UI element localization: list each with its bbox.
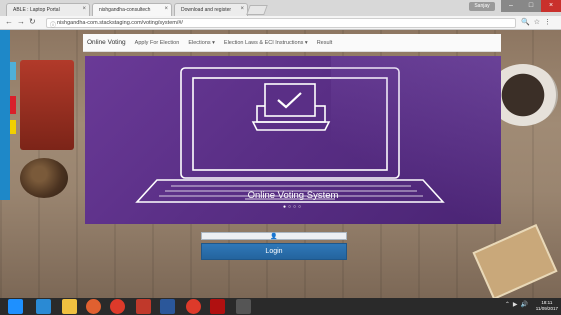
browser-tab-download[interactable]: Download and register × <box>174 3 248 16</box>
tab-label: ABLE : Laptop Portal <box>13 7 60 13</box>
nav-election-laws-dropdown[interactable]: Election Laws & ECI Instructions ▾ <box>224 40 308 46</box>
login-button[interactable]: Login <box>201 243 347 260</box>
acrobat-icon[interactable] <box>210 299 225 314</box>
carousel-caption: Online Voting System <box>247 190 339 201</box>
nav-elections-dropdown[interactable]: Elections ▾ <box>188 40 215 46</box>
site-brand[interactable]: Online Voting <box>87 39 126 46</box>
username-input[interactable] <box>202 233 346 239</box>
url-text: nishgandha-com.stackstaging.com/voting/s… <box>57 20 183 26</box>
close-tab-icon[interactable]: × <box>240 6 244 12</box>
maximize-icon[interactable]: □ <box>521 0 541 12</box>
url-field[interactable]: ⓘ nishgandha-com.stackstaging.com/voting… <box>46 18 516 29</box>
decor-red-box <box>20 60 74 150</box>
taskbar-clock[interactable]: 18:11 11/09/2017 <box>536 300 558 312</box>
browser-tab-nishgandha[interactable]: nishgandha-consultech × <box>92 3 172 16</box>
browser-tab-bar: ABLE : Laptop Portal × nishgandha-consul… <box>0 0 561 16</box>
windows-taskbar: ⌃▶🔊 18:11 11/09/2017 <box>0 298 561 315</box>
tab-label: Download and register <box>181 7 232 13</box>
chrome-icon[interactable] <box>110 299 125 314</box>
word-icon[interactable] <box>160 299 175 314</box>
windows-start-icon[interactable] <box>8 299 23 314</box>
app-icon[interactable] <box>136 299 151 314</box>
ie-icon[interactable] <box>36 299 51 314</box>
browser-tab-able[interactable]: ABLE : Laptop Portal × <box>6 3 90 16</box>
forward-icon[interactable]: → <box>17 17 25 26</box>
address-bar: ← → ↻ ⓘ nishgandha-com.stackstaging.com/… <box>0 16 561 30</box>
nav-apply-for-election[interactable]: Apply For Election <box>135 40 180 46</box>
tab-label: nishgandha-consultech <box>99 7 151 13</box>
window-user-badge[interactable]: Sanjay <box>469 2 495 11</box>
close-tab-icon[interactable]: × <box>164 6 168 12</box>
chrome-active-icon[interactable] <box>186 299 201 314</box>
clock-date: 11/09/2017 <box>535 306 558 311</box>
app-generic-icon[interactable] <box>236 299 251 314</box>
carousel-indicators[interactable]: ●○○○ <box>85 204 501 210</box>
reload-icon[interactable]: ↻ <box>29 17 36 26</box>
username-field[interactable]: 👤 <box>201 232 347 240</box>
minimize-icon[interactable]: – <box>501 0 521 12</box>
new-tab-button[interactable] <box>246 5 268 15</box>
left-edge-tab-yellow <box>10 120 16 134</box>
file-explorer-icon[interactable] <box>62 299 77 314</box>
nav-result[interactable]: Result <box>317 40 333 46</box>
left-edge-strip <box>0 30 10 200</box>
left-edge-tab-red <box>10 96 16 114</box>
window-controls: – □ × <box>501 0 561 12</box>
media-player-icon[interactable] <box>86 299 101 314</box>
info-icon[interactable]: ⓘ <box>50 20 56 29</box>
left-edge-tab-cyan <box>10 62 16 80</box>
close-tab-icon[interactable]: × <box>82 6 86 12</box>
site-navbar: Online Voting Apply For Election Electio… <box>83 34 501 52</box>
decor-pinecone <box>20 158 68 198</box>
back-icon[interactable]: ← <box>5 17 13 26</box>
system-tray-icons[interactable]: ⌃▶🔊 <box>505 301 531 308</box>
close-window-icon[interactable]: × <box>541 0 561 12</box>
hero-carousel[interactable]: Online Voting System ●○○○ <box>85 56 501 224</box>
browser-toolbar-icons[interactable]: 🔍☆⋮ <box>521 18 555 26</box>
